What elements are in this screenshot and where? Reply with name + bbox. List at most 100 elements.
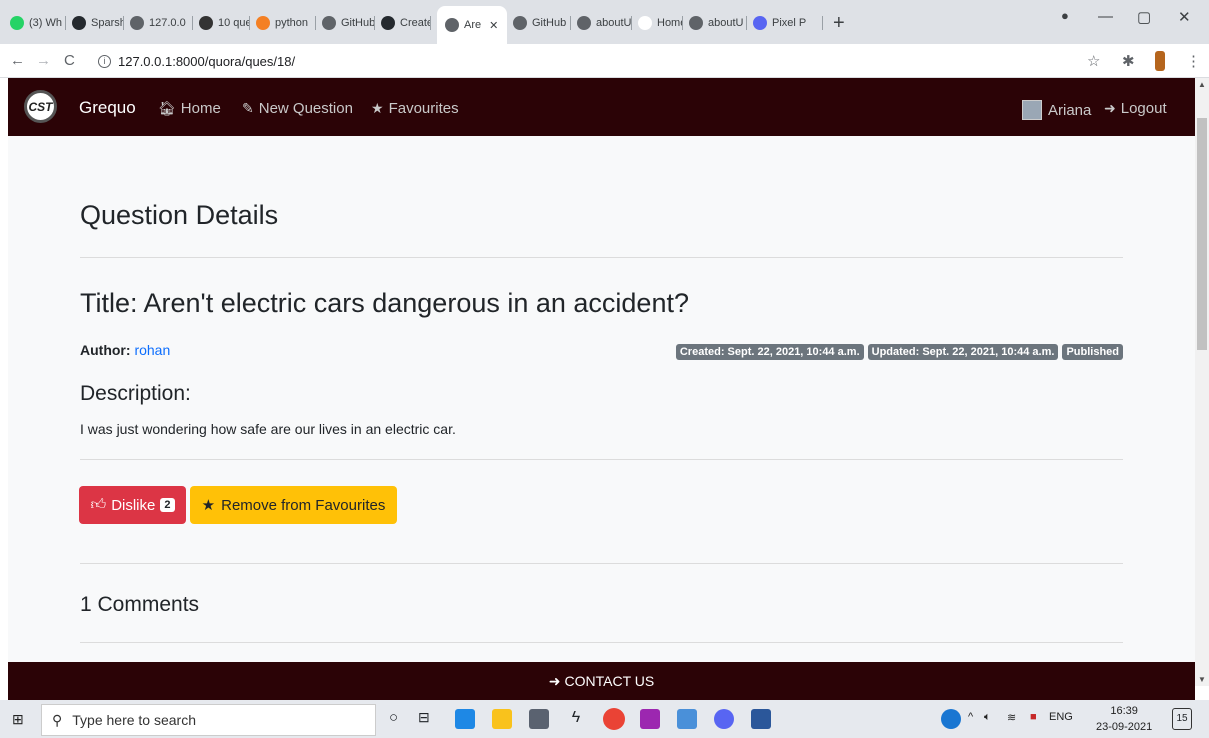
browser-tab[interactable]: Create <box>381 8 431 38</box>
author-link[interactable]: rohan <box>134 342 170 358</box>
site-info-icon[interactable]: i <box>98 54 111 68</box>
avatar[interactable] <box>1155 51 1165 71</box>
clock-time: 16:39 <box>1110 705 1138 717</box>
page-title: Question Details <box>80 200 279 230</box>
updated-badge: Updated: Sept. 22, 2021, 10:44 a.m. <box>867 344 1059 360</box>
browser-tab[interactable]: Home <box>638 8 683 38</box>
clock-date: 23-09-2021 <box>1096 721 1153 733</box>
sign-in-icon: ➜ <box>548 672 561 689</box>
taskbar-search-input[interactable]: ⚲ Type here to search <box>41 704 376 736</box>
browser-tab[interactable]: aboutU <box>577 8 632 38</box>
browser-tab-label: GitHub <box>341 17 375 29</box>
blank-icon <box>638 16 652 30</box>
browser-tab[interactable]: (3) Wh <box>10 8 66 38</box>
author-line: Author: rohan <box>80 342 170 358</box>
new-tab-button[interactable]: + <box>833 8 845 38</box>
wifi-icon[interactable]: ≋ <box>1007 711 1016 724</box>
search-icon: ⚲ <box>52 711 63 728</box>
winrar-icon[interactable] <box>640 709 660 729</box>
browser-tab[interactable]: GitHub <box>322 8 375 38</box>
notes-app-icon[interactable] <box>677 709 697 729</box>
tab-separator <box>631 16 632 30</box>
globe-icon <box>322 16 336 30</box>
language-indicator[interactable]: ENG <box>1049 711 1073 723</box>
question-badges: Created: Sept. 22, 2021, 10:44 a.m. Upda… <box>675 344 1123 360</box>
app-tray-icon[interactable]: ■ <box>1030 711 1037 723</box>
browser-tab[interactable]: python <box>256 8 316 38</box>
browser-tab-label: aboutU <box>596 17 632 29</box>
cortana-icon[interactable]: ○ <box>389 709 398 726</box>
menu-icon[interactable]: ⋮ <box>1186 52 1201 70</box>
tab-separator <box>315 16 316 30</box>
globe-icon <box>130 16 144 30</box>
browser-tab[interactable]: Sparsh <box>72 8 124 38</box>
thumbs-up-icon: 👍︎ <box>90 496 107 513</box>
reload-icon[interactable]: C <box>64 52 75 69</box>
browser-tab[interactable]: Are ✕ <box>437 6 507 44</box>
windows-start-icon[interactable]: ⊞ <box>12 711 24 728</box>
page-scrollbar[interactable]: ▲ ▼ <box>1195 78 1209 686</box>
notification-icon[interactable]: 15 <box>1172 708 1192 730</box>
stackoverflow-icon <box>256 16 270 30</box>
clock[interactable]: 16:39 23-09-2021 <box>1096 703 1152 735</box>
browser-tab-label: Are <box>464 19 482 31</box>
volume-icon[interactable]: 🔈︎ <box>984 711 991 724</box>
nav-new-question-link[interactable]: ✎ New Question <box>242 100 353 117</box>
maximize-icon[interactable]: ▢ <box>1137 8 1151 26</box>
url-text: 127.0.0.1:8000/quora/ques/18/ <box>118 53 296 69</box>
globe-icon <box>577 16 591 30</box>
globe-icon <box>445 18 459 32</box>
profile-icon[interactable]: ● <box>1061 8 1069 23</box>
scroll-up-icon[interactable]: ▲ <box>1198 80 1206 89</box>
contact-footer[interactable]: ➜ CONTACT US <box>8 662 1195 700</box>
nav-favourites-link[interactable]: ★ Favourites <box>371 100 459 117</box>
brand-link[interactable]: Grequo <box>79 98 136 118</box>
scroll-down-icon[interactable]: ▼ <box>1198 675 1206 684</box>
contact-us-label: CONTACT US <box>564 673 655 689</box>
file-explorer-icon[interactable] <box>492 709 512 729</box>
globe-icon <box>689 16 703 30</box>
quiz-icon <box>199 16 213 30</box>
author-label: Author: <box>80 342 131 358</box>
site-logo[interactable]: CST <box>24 90 57 123</box>
github-icon <box>72 16 86 30</box>
back-icon[interactable]: ← <box>10 52 25 69</box>
lightning-app-icon[interactable]: ϟ <box>566 709 586 729</box>
user-profile-link[interactable]: Ariana <box>1022 100 1091 120</box>
close-tab-icon[interactable]: ✕ <box>489 19 498 32</box>
comments-heading: 1 Comments <box>80 593 200 616</box>
logout-link[interactable]: ➜ Logout <box>1104 100 1167 117</box>
browser-tab[interactable]: GitHub <box>513 8 571 38</box>
browser-tab-label: Home <box>657 17 683 29</box>
vscode-icon[interactable] <box>455 709 475 729</box>
help-icon[interactable] <box>941 709 961 729</box>
bookmark-star-icon[interactable]: ☆ <box>1087 52 1100 70</box>
url-field[interactable]: i 127.0.0.1:8000/quora/ques/18/ <box>98 49 1068 73</box>
browser-tab[interactable]: 10 que <box>199 8 250 38</box>
nav-favourites-label: Favourites <box>388 100 459 117</box>
browser-tab[interactable]: Pixel P <box>753 8 823 38</box>
browser-tab-label: 10 que <box>218 17 250 29</box>
word-icon[interactable] <box>751 709 771 729</box>
status-badge: Published <box>1062 344 1123 360</box>
remove-favourite-button[interactable]: ★ Remove from Favourites <box>190 486 397 524</box>
nav-home-link[interactable]: 🏠︎ Home <box>158 100 221 117</box>
minimize-icon[interactable]: — <box>1098 8 1113 25</box>
scroll-thumb[interactable] <box>1197 118 1207 350</box>
task-view-icon[interactable]: ⊟ <box>418 709 430 726</box>
tab-separator <box>192 16 193 30</box>
forward-icon[interactable]: → <box>36 52 51 69</box>
browser-tab-label: 127.0.0 <box>149 17 186 29</box>
browser-tab[interactable]: 127.0.0 <box>130 8 193 38</box>
dislike-button[interactable]: 👍︎ Dislike 2 <box>79 486 186 524</box>
home-icon: 🏠︎ <box>158 100 176 116</box>
mail-icon[interactable] <box>529 709 549 729</box>
tray-chevron-icon[interactable]: ^ <box>968 711 973 723</box>
discord-icon[interactable] <box>714 709 734 729</box>
browser-tab[interactable]: aboutU <box>689 8 747 38</box>
close-window-icon[interactable]: ✕ <box>1178 8 1191 26</box>
browser-tab-label: aboutU <box>708 17 744 29</box>
question-title: Title: Aren't electric cars dangerous in… <box>80 288 689 318</box>
extensions-icon[interactable]: ✱ <box>1122 52 1135 70</box>
chrome-icon[interactable] <box>603 708 625 730</box>
